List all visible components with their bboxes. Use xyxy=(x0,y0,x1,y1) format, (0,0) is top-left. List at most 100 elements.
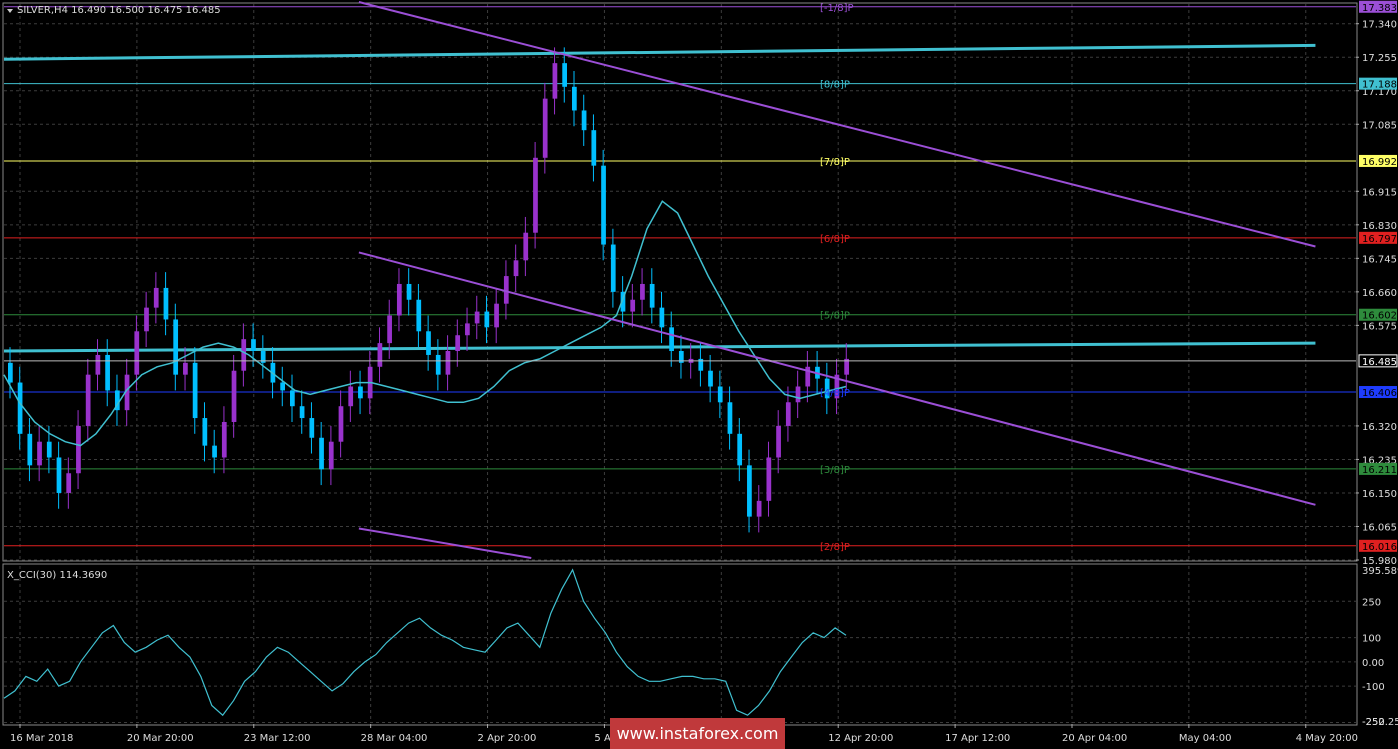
candle-body xyxy=(776,425,781,458)
cci-tick-label: 100 xyxy=(1362,634,1381,645)
candle-body xyxy=(183,362,188,375)
murrey-level-value: 17.383 xyxy=(1362,3,1397,14)
candle-body xyxy=(251,339,256,352)
candle-body xyxy=(396,283,402,316)
murrey-level-label: [-1/8]P xyxy=(820,3,854,14)
candle-body xyxy=(348,386,354,407)
candle-body xyxy=(717,386,723,403)
candle-body xyxy=(153,287,159,308)
price-tick-label: 16.660 xyxy=(1362,288,1397,299)
candle-body xyxy=(56,457,62,493)
candle-body xyxy=(202,418,208,446)
indicator-info: X_CCI(30) 114.3690 xyxy=(7,570,107,581)
candle-body xyxy=(377,343,383,367)
candle-body xyxy=(163,287,169,320)
cci-tick-label: 250 xyxy=(1362,597,1381,608)
candle-body xyxy=(231,370,237,422)
murrey-level-value: 16.016 xyxy=(1362,542,1397,553)
murrey-level-value: 16.602 xyxy=(1362,311,1397,322)
murrey-level-value: 16.406 xyxy=(1362,388,1397,399)
candle-body xyxy=(445,351,451,375)
candle-body xyxy=(192,362,198,419)
candle-body xyxy=(552,63,558,99)
candle-body xyxy=(785,402,791,426)
candle-body xyxy=(212,445,217,458)
cci-tick-label: 395.5891 xyxy=(1362,566,1398,577)
candle-body xyxy=(610,244,616,292)
candle-body xyxy=(465,323,470,336)
candle-body xyxy=(144,307,149,332)
time-tick-label: 2 Apr 20:00 xyxy=(478,733,537,744)
murrey-level-value: 16.992 xyxy=(1362,157,1397,168)
time-tick-label: May 04:00 xyxy=(1179,733,1232,744)
candle-body xyxy=(669,327,674,352)
candle-body xyxy=(406,283,412,300)
candle-body xyxy=(27,433,33,466)
candle-body xyxy=(737,433,743,466)
cci-tick-label: 0.00 xyxy=(1362,658,1384,669)
candle-body xyxy=(173,319,179,375)
murrey-level-label: [7/8]P xyxy=(820,157,850,168)
candle-body xyxy=(221,421,227,458)
candle-body xyxy=(581,110,587,131)
candle-body xyxy=(338,406,344,442)
time-tick-label: 28 Mar 04:00 xyxy=(361,733,428,744)
price-chart[interactable]: [-1/8]P [8/8]P [7/8]P [6/8]P [5/8]P [4/8]P [3/… xyxy=(0,0,1398,749)
candle-body xyxy=(280,382,285,391)
symbol-info: SILVER,H4 16.490 16.500 16.475 16.485 xyxy=(17,5,221,16)
time-tick-label: 4 May 20:00 xyxy=(1296,733,1358,744)
candle-body xyxy=(630,299,636,312)
candle-body xyxy=(766,457,772,501)
candle-body xyxy=(513,260,519,277)
price-tick-label: 17.340 xyxy=(1362,20,1397,31)
candle-body xyxy=(8,362,13,383)
candle-body xyxy=(572,86,577,111)
candle-body xyxy=(17,382,23,434)
murrey-level-value: 16.211 xyxy=(1362,465,1397,476)
time-tick-label: 12 Apr 20:00 xyxy=(828,733,893,744)
candle-body xyxy=(46,441,52,458)
candle-body xyxy=(290,390,295,407)
time-tick-label: 16 Mar 2018 xyxy=(10,733,73,744)
price-tick-label: 16.320 xyxy=(1362,422,1397,433)
candle-body xyxy=(591,130,597,166)
murrey-level-label: [4/8]P xyxy=(820,388,850,399)
price-tick-label: 17.085 xyxy=(1362,120,1397,131)
candle-body xyxy=(85,374,91,426)
watermark: www.instaforex.com xyxy=(610,718,785,749)
candle-body xyxy=(727,402,733,434)
candle-body xyxy=(37,441,42,466)
murrey-level-label: [5/8]P xyxy=(820,311,850,322)
candle-body xyxy=(319,437,324,470)
candle-body xyxy=(708,370,713,387)
cci-tick-label: -252.257 xyxy=(1362,717,1398,728)
candle-body xyxy=(309,418,315,438)
price-tick-label: 16.915 xyxy=(1362,187,1397,198)
current-price-label: 16.485 xyxy=(1362,357,1397,368)
price-tick-label: 17.255 xyxy=(1362,53,1397,64)
candle-body xyxy=(523,232,529,261)
candle-body xyxy=(494,303,499,328)
candle-body xyxy=(756,500,762,517)
murrey-level-value: 16.797 xyxy=(1362,234,1397,245)
candle-body xyxy=(241,339,247,371)
candle-body xyxy=(134,331,140,375)
candle-body xyxy=(299,406,305,419)
price-tick-label: 16.830 xyxy=(1362,221,1397,232)
price-tick-label: 16.150 xyxy=(1362,489,1397,500)
murrey-level-label: [8/8]P xyxy=(820,80,850,91)
candle-body xyxy=(105,354,110,391)
candle-body xyxy=(747,465,752,517)
price-tick-label: 16.745 xyxy=(1362,254,1397,265)
candle-body xyxy=(66,473,72,493)
candle-body xyxy=(455,335,461,352)
candle-body xyxy=(426,331,431,355)
candle-body xyxy=(474,311,480,324)
cci-tick-label: -100 xyxy=(1362,682,1385,693)
candle-body xyxy=(542,98,548,158)
candle-body xyxy=(328,441,334,470)
candle-body xyxy=(795,386,801,403)
candle-body xyxy=(562,63,567,87)
time-tick-label: 20 Apr 04:00 xyxy=(1062,733,1127,744)
candle-body xyxy=(416,299,422,332)
